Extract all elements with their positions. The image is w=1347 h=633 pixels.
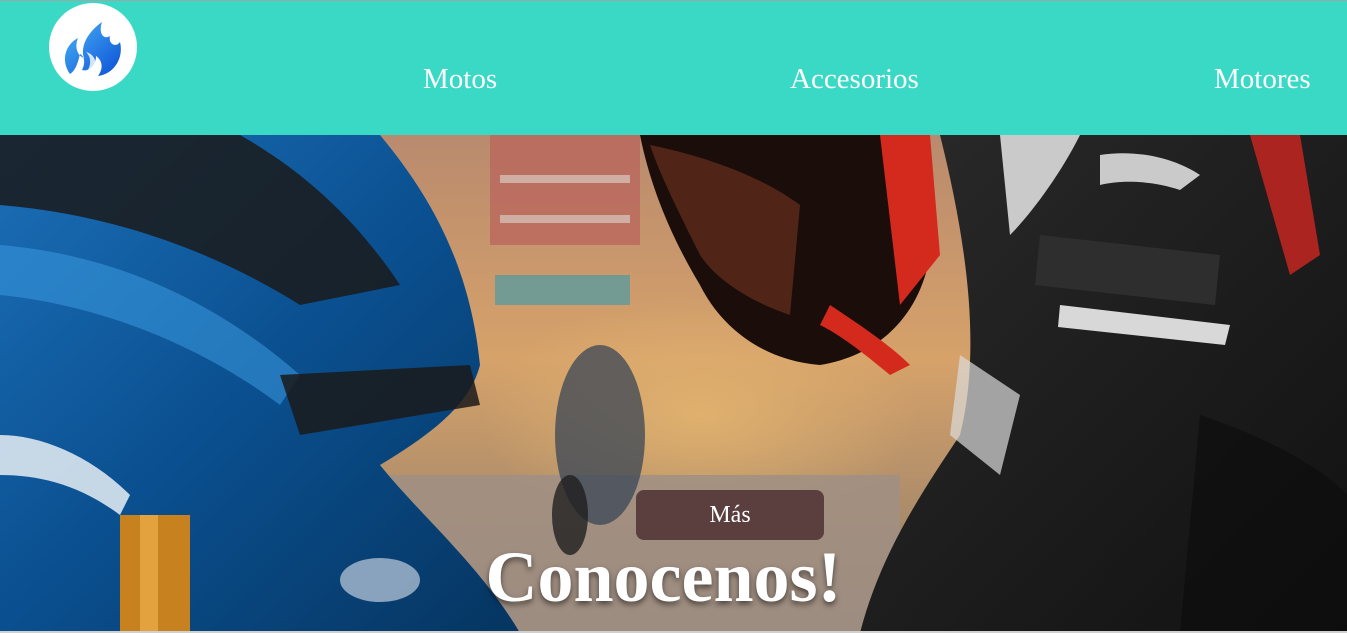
logo[interactable] bbox=[49, 3, 137, 91]
nav-link-accesorios[interactable]: Accesorios bbox=[790, 63, 919, 96]
nav-link-motos[interactable]: Motos bbox=[423, 63, 497, 96]
mas-button[interactable]: Más bbox=[636, 490, 824, 540]
hero-title: Conocenos! bbox=[485, 537, 842, 617]
top-navigation-bar: Motos Accesorios Motores bbox=[0, 0, 1347, 135]
hero-banner: Conocenos! bbox=[0, 135, 1347, 633]
nav-link-motores[interactable]: Motores bbox=[1214, 63, 1311, 96]
blue-flame-logo-icon bbox=[64, 22, 121, 76]
